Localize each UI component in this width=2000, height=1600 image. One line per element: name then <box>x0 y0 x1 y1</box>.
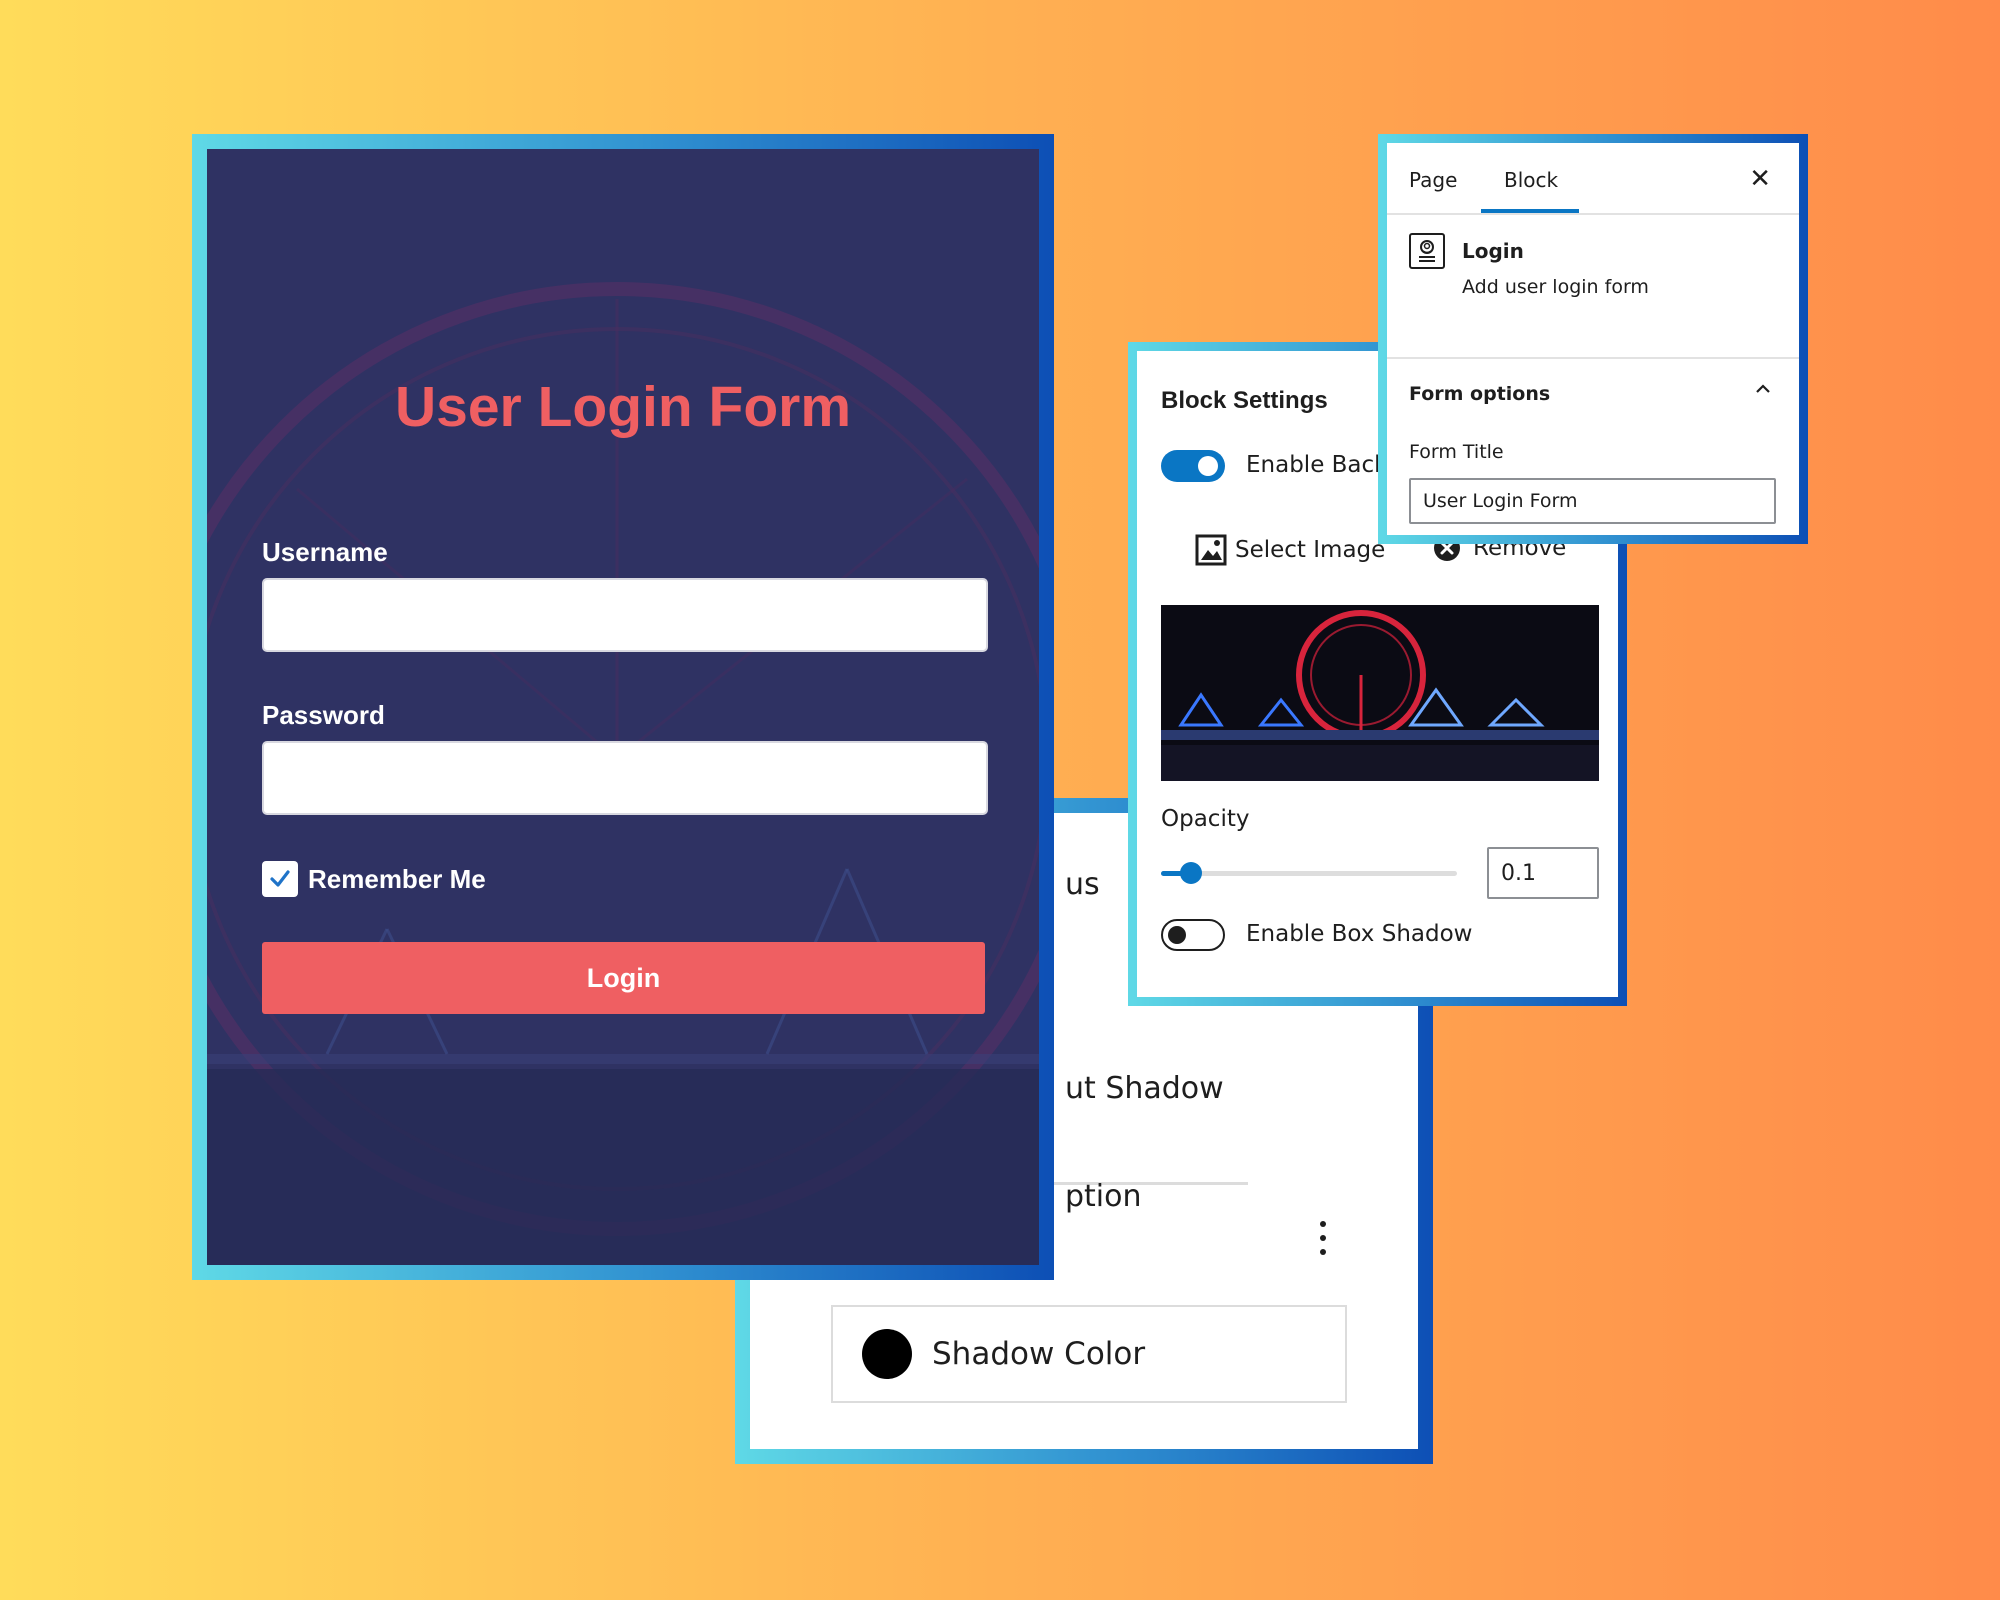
opacity-label: Opacity <box>1161 806 1250 832</box>
editor-sidebar-inner: Page Block ✕ Login Add user login form F… <box>1387 143 1799 535</box>
form-options-toggle[interactable]: Form options <box>1409 383 1550 405</box>
image-icon <box>1195 534 1227 566</box>
form-title: User Login Form <box>394 375 852 439</box>
editor-sidebar: Page Block ✕ Login Add user login form F… <box>1378 134 1808 544</box>
login-form-preview: User Login Form Username Password Rememb… <box>192 134 1054 1280</box>
block-name: Login <box>1462 239 1524 263</box>
background-image-preview <box>1161 605 1599 781</box>
toggle-knob <box>1198 456 1218 476</box>
checkmark-icon <box>270 870 290 887</box>
username-input[interactable] <box>262 578 988 652</box>
divider <box>1387 357 1799 359</box>
color-swatch-icon <box>862 1329 912 1379</box>
more-options-icon[interactable] <box>1320 1221 1326 1263</box>
select-image-label: Select Image <box>1235 537 1386 563</box>
toggle-knob <box>1168 926 1186 944</box>
active-tab-indicator <box>1481 209 1579 213</box>
user-login-icon <box>1409 233 1445 269</box>
close-icon[interactable]: ✕ <box>1749 163 1771 194</box>
login-button[interactable]: Login <box>262 942 985 1014</box>
opacity-slider-thumb[interactable] <box>1180 862 1202 884</box>
shadow-option-heading: ption <box>1065 1179 1142 1214</box>
password-input[interactable] <box>262 741 988 815</box>
shadow-color-label: Shadow Color <box>932 1336 1146 1372</box>
remember-me-label: Remember Me <box>308 863 486 894</box>
form-title-input[interactable]: User Login Form <box>1409 478 1776 524</box>
tab-block[interactable]: Block <box>1504 168 1558 192</box>
username-label: Username <box>262 537 388 567</box>
input-shadow-label: ut Shadow <box>1065 1071 1224 1106</box>
enable-background-toggle[interactable] <box>1161 450 1225 482</box>
block-description: Add user login form <box>1462 276 1649 298</box>
opacity-input[interactable]: 0.1 <box>1487 847 1599 899</box>
sidebar-tabs: Page Block ✕ <box>1387 143 1799 215</box>
select-image-button[interactable]: Select Image <box>1195 534 1385 566</box>
opacity-slider[interactable] <box>1161 862 1457 884</box>
password-label: Password <box>262 700 385 730</box>
ferris-wheel-photo <box>1161 605 1599 781</box>
enable-box-shadow-toggle[interactable] <box>1161 919 1225 951</box>
tab-page[interactable]: Page <box>1409 168 1457 192</box>
chevron-up-icon[interactable] <box>1753 379 1773 405</box>
shadow-color-picker[interactable]: Shadow Color <box>831 1305 1347 1403</box>
partial-setting-label: us <box>1065 867 1100 902</box>
remember-me-row[interactable]: Remember Me <box>262 861 486 897</box>
login-form-inner: User Login Form Username Password Rememb… <box>207 149 1039 1265</box>
enable-box-shadow-label: Enable Box Shadow <box>1246 921 1473 947</box>
block-settings-title: Block Settings <box>1161 387 1328 414</box>
remember-me-checkbox[interactable] <box>262 861 298 897</box>
form-title-label: Form Title <box>1409 441 1504 463</box>
